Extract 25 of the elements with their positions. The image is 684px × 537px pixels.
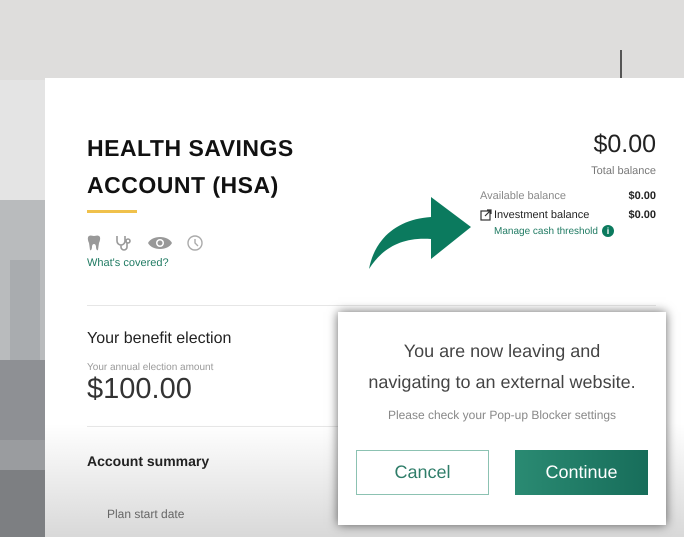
balance-label: Investment balance — [494, 209, 590, 221]
total-balance-label: Total balance — [591, 165, 656, 177]
dialog-title: You are now leaving and navigating to an external website. — [367, 340, 637, 394]
manage-cash-threshold-link[interactable]: Manage cash threshold — [494, 226, 598, 236]
balance-label: Available balance — [480, 190, 566, 202]
info-icon[interactable]: i — [602, 225, 614, 237]
total-balance: $0.00 — [593, 130, 656, 159]
whats-covered-link[interactable]: What's covered? — [87, 257, 169, 269]
election-amount: $100.00 — [87, 373, 192, 406]
dialog-note: Please check your Pop-up Blocker settings — [386, 408, 618, 422]
continue-button[interactable]: Continue — [515, 450, 648, 495]
summary-label: Plan start date — [107, 507, 186, 521]
balance-value: $0.00 — [628, 190, 656, 202]
clock-icon — [187, 235, 203, 251]
section-heading: Account summary — [87, 453, 210, 469]
stethoscope-icon — [115, 235, 133, 251]
external-link-icon[interactable] — [480, 209, 492, 221]
eye-icon — [147, 235, 173, 251]
account-title: HEALTH SAVINGS ACCOUNT (HSA) — [87, 134, 294, 200]
balance-value: $0.00 — [628, 209, 656, 221]
tooth-icon — [87, 235, 101, 251]
amount-label: Your annual election amount — [87, 362, 214, 373]
curved-arrow-icon — [369, 197, 471, 269]
cancel-button[interactable]: Cancel — [356, 450, 489, 495]
section-heading: Your benefit election — [87, 330, 232, 348]
